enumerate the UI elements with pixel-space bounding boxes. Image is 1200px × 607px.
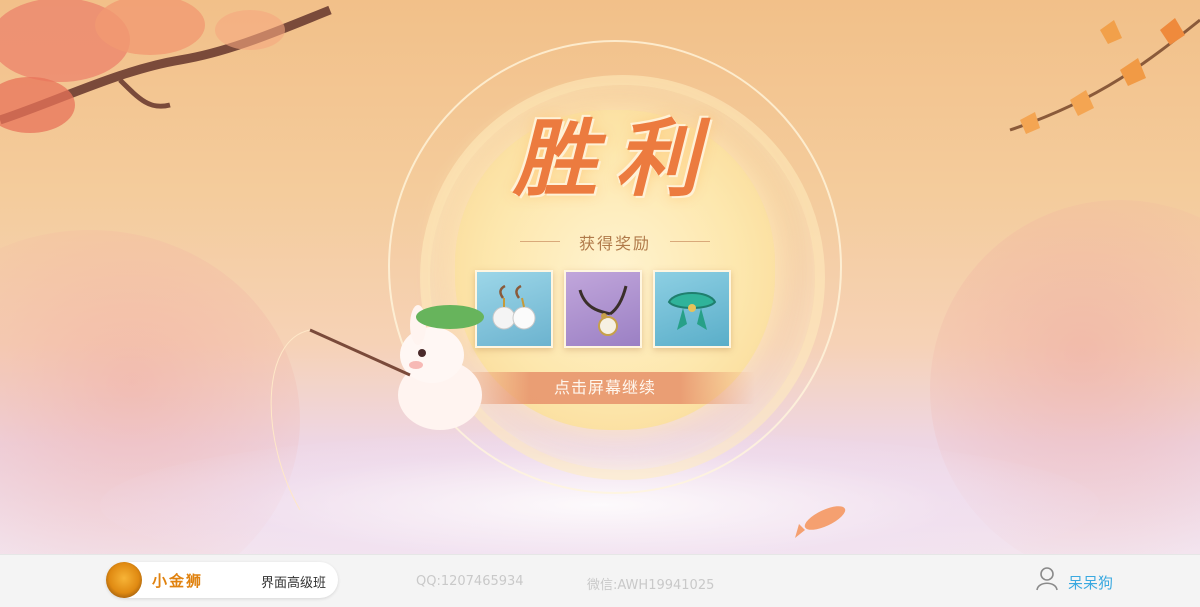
reward-subtitle: 获得奖励 [578, 234, 651, 253]
fishing-rod [270, 328, 411, 511]
maple-branch-right [1009, 18, 1200, 134]
tap-to-continue[interactable]: 点击屏幕继续 [455, 372, 755, 404]
brand-badge[interactable]: 小金狮 界面高级班 [106, 562, 338, 598]
subtitle-line-right [670, 241, 710, 242]
reward-list [475, 270, 731, 348]
reward-slot-2[interactable] [564, 270, 642, 348]
victory-scene[interactable]: 胜利 获得奖励 点击屏幕继续 [0, 0, 1200, 554]
koi-fish [795, 506, 846, 538]
brand-class: 界面高级班 [261, 576, 327, 591]
maple-branch-left [0, 0, 332, 133]
user-icon [1036, 567, 1058, 591]
footer-bar: 小金狮 界面高级班 QQ:1207465934 微信:AWH19941025 呆… [0, 554, 1200, 607]
qq-contact: QQ:1207465934 [416, 574, 524, 589]
jade-ribbon-icon [667, 292, 717, 330]
brand-name: 小金狮 [152, 572, 204, 590]
victory-title: 胜利 [512, 109, 717, 208]
reward-slot-3[interactable] [653, 270, 731, 348]
user-name[interactable]: 呆呆狗 [1068, 572, 1113, 593]
lion-logo-icon [106, 562, 142, 598]
wechat-contact: 微信:AWH19941025 [587, 578, 715, 593]
pendant-necklace-icon [578, 285, 628, 336]
